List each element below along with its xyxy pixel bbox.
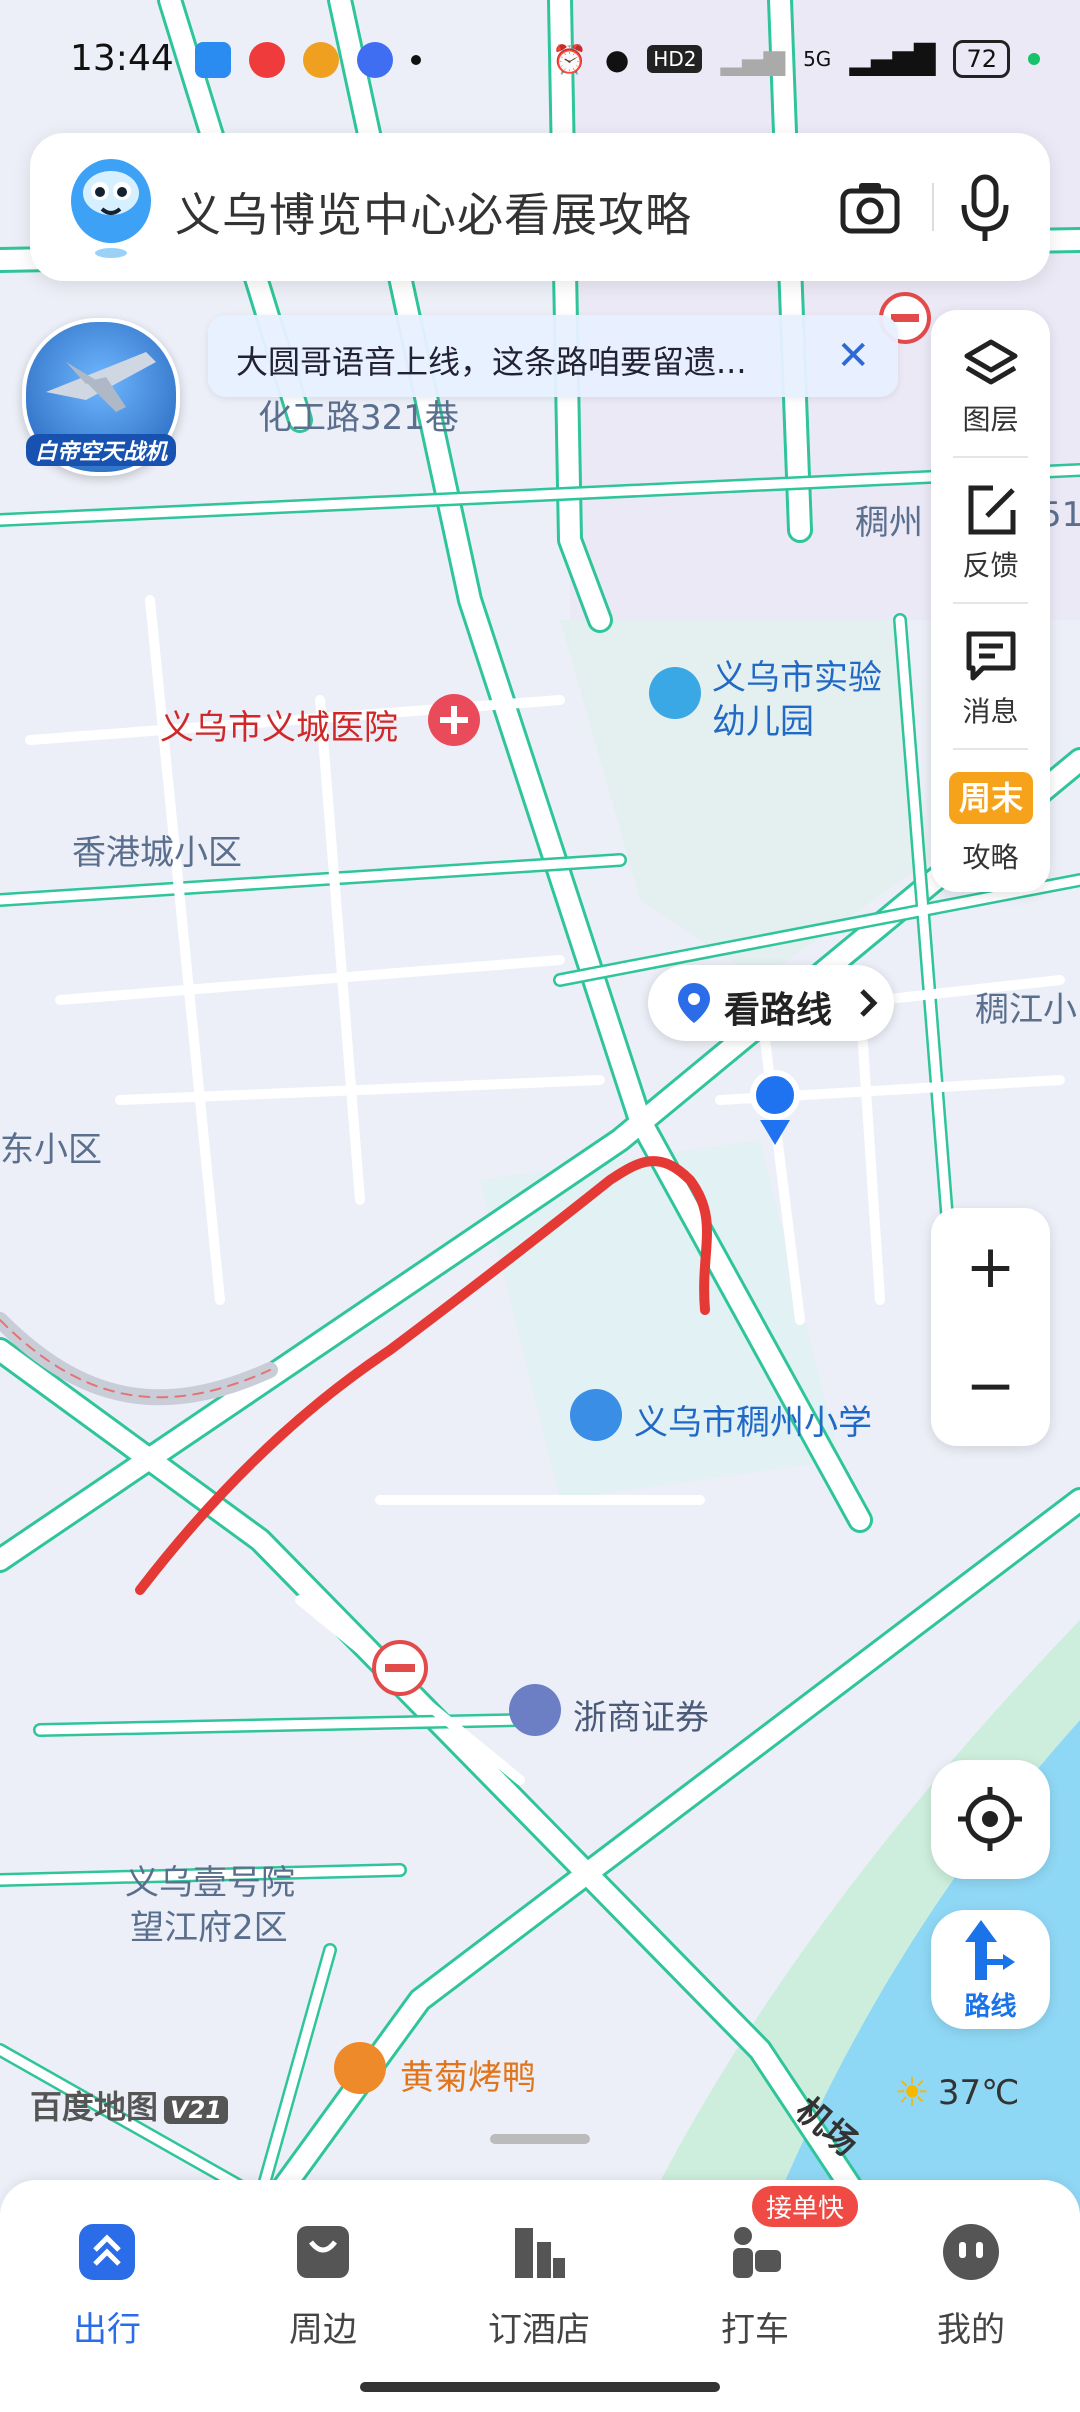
weather-widget[interactable]: ☀ 37℃ xyxy=(894,2070,1019,2116)
tab-taxi[interactable]: 打车 xyxy=(680,2210,830,2350)
profile-icon xyxy=(943,2224,999,2280)
microphone-icon[interactable] xyxy=(950,171,1020,245)
pin-icon xyxy=(678,983,710,1023)
status-bar: 13:44 ⏰ ● HD2 ▂▄▆ 5G ▂▄▆█ 72 xyxy=(0,0,1080,120)
location-icon: ● xyxy=(604,42,630,76)
paw-icon xyxy=(357,42,393,78)
weibo-icon xyxy=(303,42,339,78)
status-time: 13:44 xyxy=(70,38,174,79)
hd-label: HD2 xyxy=(647,45,703,73)
message-icon xyxy=(966,631,1016,681)
poi-securities[interactable]: 浙商证券 xyxy=(573,1690,709,1739)
area-label: 东小区 xyxy=(0,1130,102,1170)
road-label: 化工路321巷 xyxy=(258,398,459,438)
chevron-right-icon xyxy=(860,989,878,1017)
zoom-controls: + − xyxy=(931,1208,1050,1446)
search-bar[interactable]: 义乌博览中心必看展攻略 xyxy=(30,133,1050,281)
weekend-icon: 周末 xyxy=(949,772,1033,824)
hotel-icon xyxy=(515,2228,565,2278)
bag-icon xyxy=(297,2226,349,2278)
zoom-out-button[interactable]: − xyxy=(931,1327,1050,1446)
brand-name: 百度地图 xyxy=(30,2088,159,2126)
layers-button[interactable]: 图层 xyxy=(931,310,1050,450)
status-right: ⏰ ● HD2 ▂▄▆ 5G ▂▄▆█ 72 xyxy=(552,40,1040,78)
travel-icon xyxy=(79,2224,135,2280)
tab-label: 周边 xyxy=(289,2310,357,2350)
area-label: 义乌壹号院 xyxy=(125,1863,295,1903)
temperature: 37℃ xyxy=(937,2073,1020,2113)
camera-icon[interactable] xyxy=(835,173,905,243)
sun-icon: ☀ xyxy=(894,2070,930,2116)
taxi-icon xyxy=(733,2227,781,2278)
poi-kindergarten[interactable]: 义乌市实验 xyxy=(712,650,882,699)
close-icon[interactable]: ✕ xyxy=(836,333,870,379)
jet-icon xyxy=(46,352,156,412)
notice-banner[interactable]: 大圆哥语音上线，这条路咱要留遗... ✕ xyxy=(208,315,898,397)
locate-button[interactable] xyxy=(931,1760,1050,1879)
tab-label: 出行 xyxy=(73,2310,141,2350)
signal-icon: ▂▄▆█ xyxy=(849,42,936,76)
tab-label: 订酒店 xyxy=(488,2310,590,2350)
route-label: 路线 xyxy=(964,1992,1017,2022)
messages-label: 消息 xyxy=(962,695,1019,728)
mascot-icon[interactable] xyxy=(66,153,156,263)
notification-icons xyxy=(195,42,421,78)
tab-label: 我的 xyxy=(937,2310,1005,2350)
area-label: 稠江小 xyxy=(975,990,1077,1030)
brand-version: V21 xyxy=(164,2096,228,2124)
bottom-tab-bar: 出行 周边 订酒店 打车 我的 xyxy=(0,2180,1080,2412)
feedback-button[interactable]: 反馈 xyxy=(931,456,1050,596)
poi-school[interactable]: 义乌市稠州小学 xyxy=(634,1395,872,1444)
route-button[interactable]: 路线 xyxy=(931,1910,1050,2029)
tab-label: 打车 xyxy=(721,2310,789,2350)
poi-hospital[interactable]: 义乌市义城医院 xyxy=(160,700,398,749)
layers-icon xyxy=(964,339,1018,385)
tab-travel[interactable]: 出行 xyxy=(32,2210,182,2350)
zoom-in-button[interactable]: + xyxy=(931,1208,1050,1327)
search-input[interactable]: 义乌博览中心必看展攻略 xyxy=(175,179,692,245)
taxi-badge: 接单快 xyxy=(752,2186,859,2227)
dot-icon xyxy=(411,55,421,65)
view-route-chip[interactable]: 看路线 xyxy=(648,965,894,1041)
notice-text: 大圆哥语音上线，这条路咱要留遗... xyxy=(236,343,747,381)
area-label: 稠州 xyxy=(855,503,923,543)
side-panel: 图层 反馈 消息 周末 攻略 xyxy=(931,310,1050,892)
drag-handle[interactable] xyxy=(490,2134,590,2144)
tab-mine[interactable]: 我的 xyxy=(896,2210,1046,2350)
battery-icon: 72 xyxy=(953,40,1010,78)
route-arrow-icon xyxy=(965,1920,1015,1980)
crosshair-icon xyxy=(958,1787,1022,1851)
guide-button[interactable]: 周末 攻略 xyxy=(931,748,1050,888)
alarm-icon: ⏰ xyxy=(551,42,587,76)
charging-dot xyxy=(1028,53,1040,65)
view-route-label: 看路线 xyxy=(724,990,833,1031)
promo-label: 白帝空天战机 xyxy=(26,434,176,466)
divider xyxy=(932,183,934,231)
area-label: 香港城小区 xyxy=(72,833,242,873)
promo-badge[interactable]: 白帝空天战机 xyxy=(22,318,180,476)
messages-button[interactable]: 消息 xyxy=(931,602,1050,742)
feedback-label: 反馈 xyxy=(962,549,1019,582)
app-notification-icon xyxy=(195,42,231,78)
poi-roast-duck[interactable]: 黄菊烤鸭 xyxy=(400,2050,536,2099)
layers-label: 图层 xyxy=(962,403,1019,436)
guide-label: 攻略 xyxy=(962,841,1019,874)
app-notification-icon xyxy=(249,42,285,78)
home-indicator[interactable] xyxy=(360,2382,720,2392)
signal-icon: ▂▄▆ xyxy=(720,42,786,76)
tab-hotel[interactable]: 订酒店 xyxy=(464,2210,614,2350)
poi-kindergarten-line2[interactable]: 幼儿园 xyxy=(712,694,814,743)
area-label: 望江府2区 xyxy=(130,1908,288,1948)
edit-icon xyxy=(968,485,1016,535)
network-label: 5G xyxy=(803,47,832,71)
brand-logo: 百度地图 V21 xyxy=(30,2082,228,2128)
tab-nearby[interactable]: 周边 xyxy=(248,2210,398,2350)
